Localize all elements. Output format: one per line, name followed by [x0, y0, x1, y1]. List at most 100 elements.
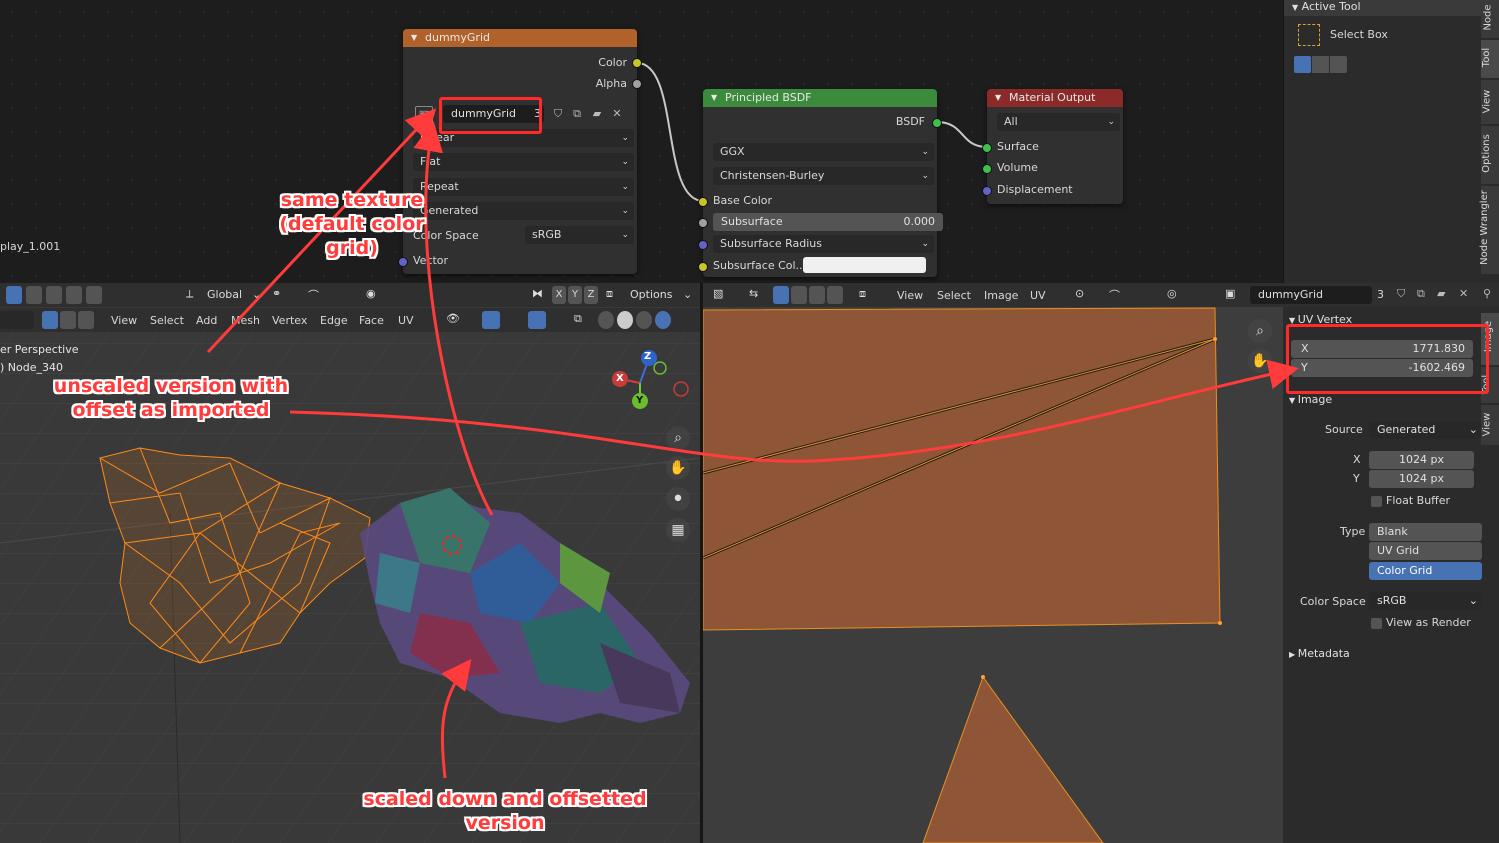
- image-browse-icon[interactable]: ▣: [1225, 287, 1235, 300]
- pivot-icon[interactable]: ⚭: [272, 287, 281, 300]
- bsdf-output-socket[interactable]: [932, 118, 942, 128]
- camera-icon[interactable]: ⚫: [666, 487, 690, 511]
- sticky-select-icon[interactable]: ⧈: [859, 287, 866, 301]
- tab-tool[interactable]: Tool: [1481, 40, 1499, 78]
- size-y-field[interactable]: 1024 px: [1369, 470, 1474, 488]
- invert-mode-icon[interactable]: [66, 286, 82, 304]
- select-box-icon[interactable]: [1298, 24, 1320, 46]
- image-node-header[interactable]: ▼ dummyGrid: [403, 29, 637, 47]
- volume-socket[interactable]: [982, 164, 992, 174]
- extend-mode-icon[interactable]: [26, 286, 42, 304]
- menu-edge[interactable]: Edge: [316, 312, 352, 329]
- subsurface-socket[interactable]: [698, 218, 708, 228]
- unlink-icon[interactable]: ✕: [1459, 287, 1468, 300]
- proportional-edit-icon[interactable]: ◉: [366, 287, 376, 300]
- subsurface-method-select[interactable]: Christensen-Burley ⌄: [713, 167, 934, 185]
- vertex-select-icon[interactable]: [42, 311, 58, 329]
- folder-icon[interactable]: ▰: [589, 106, 605, 122]
- menu-face[interactable]: Face: [355, 312, 388, 329]
- zoom-icon[interactable]: ⌕: [1248, 319, 1272, 343]
- subsurface-color-socket[interactable]: [698, 262, 708, 272]
- material-shading-icon[interactable]: [636, 311, 652, 329]
- menu-uv[interactable]: UV: [394, 312, 418, 329]
- gizmo-y-label[interactable]: Y: [636, 395, 643, 406]
- menu-add[interactable]: Add: [192, 312, 221, 329]
- pan-hand-icon[interactable]: ✋: [666, 456, 690, 480]
- subsurface-radius-select[interactable]: Subsurface Radius ⌄: [713, 235, 934, 253]
- color-output-socket[interactable]: [632, 58, 642, 68]
- principled-bsdf-node[interactable]: ▼ Principled BSDF BSDF GGX ⌄ Christensen-…: [698, 89, 943, 277]
- base-color-socket[interactable]: [698, 197, 708, 207]
- uv-menu-uv[interactable]: UV: [1026, 287, 1050, 304]
- type-blank-option[interactable]: Blank: [1369, 523, 1482, 541]
- gizmo-toggle-icon[interactable]: [482, 311, 500, 329]
- render-target-select[interactable]: All ⌄: [997, 113, 1120, 131]
- uv-image-name-field[interactable]: dummyGrid: [1250, 286, 1372, 304]
- snap-icon[interactable]: ⌒: [308, 287, 319, 303]
- view-as-render-checkbox[interactable]: [1371, 618, 1382, 629]
- wireframe-shading-icon[interactable]: [598, 311, 614, 329]
- tab-options[interactable]: Options: [1481, 126, 1499, 184]
- mirror-z-button[interactable]: Z: [584, 286, 598, 304]
- menu-select[interactable]: Select: [146, 312, 188, 329]
- collapse-icon[interactable]: ▼: [411, 29, 417, 47]
- bsdf-node-header[interactable]: ▼ Principled BSDF: [703, 89, 937, 107]
- intersect-mode-icon[interactable]: [86, 286, 102, 304]
- select-mode-icon[interactable]: [6, 286, 22, 304]
- xray-icon[interactable]: ⧉: [574, 312, 582, 326]
- unlink-icon[interactable]: ✕: [609, 106, 625, 122]
- editor-type-icon[interactable]: ▧: [713, 287, 723, 300]
- image-browse-icon[interactable]: ▣: [415, 106, 433, 124]
- uv-face-select-icon[interactable]: [809, 286, 825, 304]
- face-select-icon[interactable]: [78, 311, 94, 329]
- image-panel-header[interactable]: ▼ Image: [1289, 393, 1332, 406]
- pivot-icon[interactable]: ⊙: [1075, 287, 1084, 300]
- overlay-toggle-icon[interactable]: [528, 311, 546, 329]
- gizmo-z-label[interactable]: Z: [644, 351, 651, 362]
- visibility-icon[interactable]: 👁: [446, 312, 460, 325]
- uv-editor[interactable]: ▧ ⇆ ⧈ View Select Image UV ⊙ ⌒ ◎ ▣ ⌕ ✋: [703, 283, 1283, 843]
- uv-menu-view[interactable]: View: [893, 287, 927, 304]
- tab-view[interactable]: View: [1481, 405, 1499, 445]
- output-node-header[interactable]: ▼ Material Output: [987, 89, 1123, 107]
- edge-select-icon[interactable]: [60, 311, 76, 329]
- uv-edge-select-icon[interactable]: [791, 286, 807, 304]
- pin-icon[interactable]: ⚲: [1483, 287, 1491, 300]
- proportional-edit-icon[interactable]: ◎: [1167, 287, 1177, 300]
- source-select[interactable]: Generated ⌄: [1369, 421, 1482, 439]
- subsurface-radius-socket[interactable]: [698, 240, 708, 250]
- gizmo-x-label[interactable]: X: [616, 373, 624, 384]
- subsurface-field[interactable]: Subsurface 0.000: [713, 213, 943, 231]
- orientation-select[interactable]: Global: [207, 288, 242, 301]
- float-buffer-checkbox[interactable]: [1371, 496, 1382, 507]
- options-menu[interactable]: Options: [630, 288, 672, 301]
- rendered-shading-icon[interactable]: [655, 311, 671, 329]
- displacement-socket[interactable]: [982, 186, 992, 196]
- collapse-icon[interactable]: ▼: [995, 89, 1001, 107]
- color-space-select[interactable]: sRGB ⌄: [1369, 592, 1482, 610]
- distribution-select[interactable]: GGX ⌄: [713, 143, 934, 161]
- orientation-icon[interactable]: ⟂: [186, 287, 193, 301]
- uv-island-select-icon[interactable]: [827, 286, 843, 304]
- tab-node[interactable]: Node: [1481, 0, 1499, 38]
- grid-view-icon[interactable]: ▦: [666, 518, 690, 542]
- fake-user-icon[interactable]: ⛉: [1397, 287, 1405, 301]
- sync-select-icon[interactable]: ⇆: [749, 287, 758, 300]
- duplicate-icon[interactable]: ⧉: [1417, 287, 1425, 301]
- menu-mesh[interactable]: Mesh: [227, 312, 264, 329]
- fake-user-icon[interactable]: ⛉: [550, 106, 566, 122]
- tab-view[interactable]: View: [1481, 80, 1499, 124]
- pan-hand-icon[interactable]: ✋: [1248, 349, 1272, 373]
- tab-node-wrangler[interactable]: Node Wrangler: [1479, 186, 1499, 274]
- subsurface-color-swatch[interactable]: [803, 257, 926, 273]
- uv-vertex-select-icon[interactable]: [773, 286, 789, 304]
- mode-new-icon[interactable]: [1294, 56, 1311, 73]
- surface-socket[interactable]: [982, 143, 992, 153]
- snap-icon[interactable]: ⌒: [1109, 287, 1120, 303]
- auto-merge-icon[interactable]: ⧈: [606, 287, 613, 301]
- uv-menu-select[interactable]: Select: [933, 287, 975, 304]
- size-x-field[interactable]: 1024 px: [1369, 451, 1474, 469]
- zoom-icon[interactable]: ⌕: [666, 426, 690, 450]
- uv-menu-image[interactable]: Image: [980, 287, 1022, 304]
- folder-icon[interactable]: ▰: [1437, 287, 1445, 300]
